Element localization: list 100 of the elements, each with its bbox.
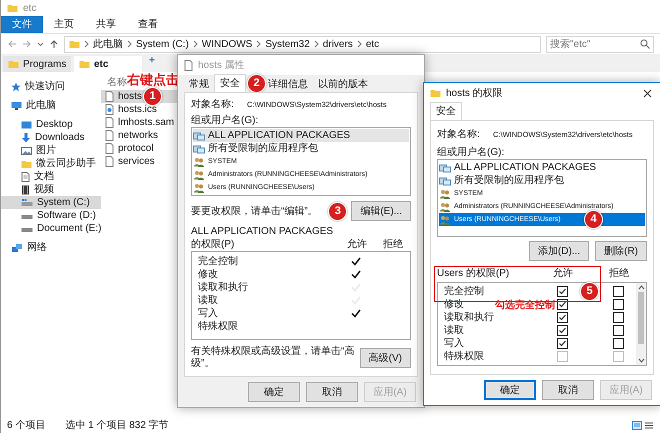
- address-bar[interactable]: 此电脑 System (C:) WINDOWS System32 drivers etc: [64, 36, 541, 52]
- checkbox[interactable]: [556, 299, 568, 310]
- nav-item[interactable]: Software (D:): [1, 209, 101, 222]
- checkbox[interactable]: [556, 312, 568, 323]
- file-item[interactable]: protocol: [101, 142, 177, 155]
- column-header[interactable]: 名称: [107, 77, 127, 88]
- ribbon-tab[interactable]: 文件: [1, 16, 43, 33]
- scrollbar-thumb[interactable]: [638, 292, 644, 344]
- breadcrumb-item[interactable]: etc: [366, 38, 380, 50]
- step-badge: 3: [328, 202, 348, 220]
- nav-item[interactable]: 此电脑: [1, 99, 101, 112]
- nav-item[interactable]: Desktop: [1, 118, 101, 131]
- checkbox[interactable]: [556, 338, 568, 349]
- dialog-button[interactable]: 确定: [248, 382, 300, 402]
- scrollbar[interactable]: [636, 283, 646, 365]
- hint-text: 要更改权限，请单击“编辑”。: [191, 204, 319, 218]
- checkbox[interactable]: [556, 325, 568, 336]
- users-icon: [193, 156, 205, 166]
- search-input[interactable]: 搜索"etc": [550, 38, 640, 50]
- dialog-button[interactable]: 取消: [306, 382, 358, 402]
- tab[interactable]: 以前的版本: [313, 77, 373, 92]
- tab[interactable]: 常规: [184, 77, 214, 92]
- nav-item[interactable]: 图片: [1, 144, 101, 157]
- checkbox[interactable]: [556, 286, 568, 297]
- label: 对象名称:: [191, 98, 235, 111]
- ribbon-tab[interactable]: 主页: [43, 16, 85, 33]
- file-item[interactable]: hosts.ics: [101, 103, 177, 116]
- nav-item[interactable]: Document (E:): [1, 222, 101, 235]
- permission-name: 读取和执行: [197, 281, 249, 294]
- group-item[interactable]: ALL APPLICATION PACKAGES: [439, 161, 645, 174]
- ribbon-tab[interactable]: 共享: [85, 16, 127, 33]
- package-icon: [439, 162, 451, 172]
- breadcrumb-item[interactable]: System32: [265, 38, 310, 50]
- label: 对象名称:: [437, 128, 481, 141]
- download-icon: [21, 132, 31, 142]
- document-icon: [105, 104, 114, 115]
- step-badge: 1: [143, 87, 162, 106]
- package-icon: [439, 176, 451, 186]
- network-icon: [11, 242, 23, 252]
- status-text: 选中 1 个项目 832 字节: [65, 418, 169, 432]
- checkbox[interactable]: [612, 299, 624, 310]
- checkbox[interactable]: [612, 312, 624, 323]
- users-icon: [439, 214, 451, 224]
- permission-name: 写入: [197, 307, 219, 320]
- nav-item[interactable]: 视频: [1, 183, 101, 196]
- up-icon: [49, 39, 59, 49]
- breadcrumb-item[interactable]: 此电脑: [93, 38, 123, 50]
- dialog-button[interactable]: 添加(D)...: [528, 241, 590, 261]
- tab[interactable]: 详细信息: [263, 77, 313, 92]
- nav-item[interactable]: System (C:): [1, 196, 101, 209]
- file-icon: [105, 91, 114, 102]
- folder-tab[interactable]: etc: [74, 56, 142, 72]
- folder-icon: [69, 39, 80, 49]
- file-item[interactable]: networks: [101, 129, 177, 142]
- search-field[interactable]: 搜索"etc": [546, 36, 654, 52]
- file-item[interactable]: services: [101, 155, 177, 168]
- dialog-button[interactable]: 高级(V): [360, 348, 411, 368]
- dialog-button[interactable]: 编辑(E)...: [351, 201, 411, 221]
- checkbox[interactable]: [612, 325, 624, 336]
- nav-item[interactable]: 网络: [1, 241, 101, 254]
- nav-item[interactable]: Downloads: [1, 131, 101, 144]
- nav-item[interactable]: 微云同步助手: [1, 157, 101, 170]
- new-tab-button[interactable]: +: [145, 54, 159, 68]
- search-icon: [640, 39, 650, 49]
- package-icon: [193, 144, 205, 154]
- group-item[interactable]: ALL APPLICATION PACKAGES: [193, 129, 409, 142]
- breadcrumb-item[interactable]: drivers: [322, 38, 353, 50]
- file-item[interactable]: lmhosts.sam: [101, 116, 177, 129]
- permission-name: 读取和执行: [443, 311, 495, 324]
- folder-tab[interactable]: Programs: [3, 56, 71, 72]
- close-button[interactable]: [641, 86, 654, 100]
- group-item[interactable]: 所有受限制的应用程序包: [193, 142, 409, 155]
- step-badge: 4: [584, 210, 603, 229]
- group-item[interactable]: 所有受限制的应用程序包: [439, 174, 645, 187]
- checkbox[interactable]: [612, 338, 624, 349]
- column-header: 允许: [346, 238, 368, 251]
- file-icon: [105, 130, 114, 141]
- step-badge: 2: [247, 74, 266, 93]
- breadcrumb-item[interactable]: WINDOWS: [202, 38, 252, 50]
- checkbox[interactable]: [612, 286, 624, 297]
- chevron-icon: [256, 40, 262, 48]
- file-item[interactable]: hosts 1: [101, 90, 177, 103]
- dialog-button[interactable]: 删除(R): [595, 241, 647, 261]
- list-view-icon: [644, 420, 654, 430]
- dialog-button[interactable]: 取消: [542, 380, 594, 400]
- breadcrumb-item[interactable]: System (C:): [136, 38, 189, 50]
- permission-name: 读取: [443, 324, 465, 337]
- nav-item[interactable]: 文档: [1, 170, 101, 183]
- dialog-button[interactable]: 确定: [484, 380, 536, 400]
- tab[interactable]: 安全: [430, 102, 462, 120]
- forward-icon: [22, 39, 32, 49]
- nav-item[interactable]: 快速访问: [1, 80, 101, 93]
- window-title: hosts 属性: [198, 58, 245, 72]
- chevron-icon: [84, 40, 89, 48]
- details-view-icon: [632, 420, 642, 430]
- status-text: 6 个项目: [7, 418, 46, 432]
- chevron-icon: [192, 40, 198, 48]
- ribbon-tab[interactable]: 查看: [127, 16, 169, 33]
- users-icon: [439, 188, 451, 198]
- tab[interactable]: 安全: [214, 74, 246, 92]
